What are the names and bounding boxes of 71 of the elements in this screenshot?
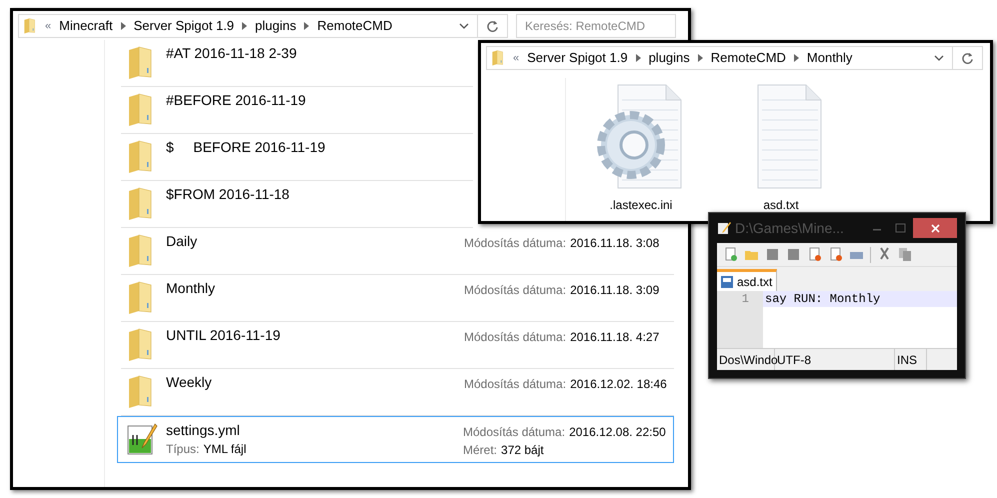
file-name: Daily bbox=[166, 232, 198, 250]
chevron-right-icon bbox=[636, 54, 641, 62]
breadcrumb-item[interactable]: Server Spigot 1.9 bbox=[134, 16, 234, 36]
type-label: Típus: bbox=[166, 441, 200, 458]
address-bar[interactable]: « Server Spigot 1.9 plugins RemoteCMD Monthly bbox=[486, 46, 983, 70]
overflow-chevron-icon[interactable]: « bbox=[45, 18, 52, 34]
folder-row[interactable]: #AT 2016-11-18 2-39 bbox=[121, 40, 473, 87]
breadcrumb-item[interactable]: plugins bbox=[648, 48, 690, 68]
file-name: UNTIL 2016-11-19 bbox=[166, 326, 282, 344]
type-value: YML fájl bbox=[203, 441, 246, 458]
line-number: 1 bbox=[742, 291, 749, 307]
status-field: Dos\Windo bbox=[717, 349, 775, 370]
folder-row[interactable]: Daily Módosítás dátuma: 2016.11.18. 3:08 bbox=[121, 228, 674, 275]
date-label: Módosítás dátuma: bbox=[464, 376, 566, 393]
close-button[interactable] bbox=[913, 218, 957, 238]
size-label: Méret: bbox=[463, 442, 498, 459]
size-value: 372 bájt bbox=[501, 442, 544, 459]
breadcrumb-item[interactable]: Monthly bbox=[806, 48, 852, 68]
refresh-icon[interactable] bbox=[486, 20, 499, 32]
editor-tab[interactable]: asd.txt bbox=[717, 269, 778, 291]
notepad-icon bbox=[717, 221, 731, 235]
file-name: .lastexec.ini bbox=[610, 197, 672, 214]
date-value: 2016.11.18. 3:08 bbox=[570, 235, 660, 252]
file-name: Weekly bbox=[166, 373, 213, 391]
date-value: 2016.12.02. 18:46 bbox=[570, 376, 667, 393]
date-label: Módosítás dátuma: bbox=[464, 282, 566, 299]
dropdown-icon[interactable] bbox=[934, 55, 944, 61]
folder-icon bbox=[23, 18, 37, 34]
chevron-right-icon bbox=[794, 54, 799, 62]
folder-row[interactable]: $FROM 2016-11-18 bbox=[121, 181, 473, 228]
copy-icon[interactable] bbox=[898, 247, 913, 262]
search-field[interactable]: Keresés: RemoteCMD bbox=[516, 14, 676, 38]
date-label: Módosítás dátuma: bbox=[464, 235, 566, 252]
breadcrumb-item[interactable]: Server Spigot 1.9 bbox=[527, 48, 628, 68]
date-label: Módosítás dátuma: bbox=[464, 329, 566, 346]
new-file-icon[interactable] bbox=[723, 247, 738, 262]
chevron-right-icon bbox=[242, 22, 248, 30]
breadcrumb-item[interactable]: plugins bbox=[255, 16, 296, 36]
file-name: $FROM 2016-11-18 bbox=[166, 185, 290, 203]
close-file-icon[interactable] bbox=[807, 247, 822, 262]
chevron-right-icon bbox=[304, 22, 310, 30]
breadcrumb-item[interactable]: RemoteCMD bbox=[317, 16, 392, 36]
breadcrumb-item[interactable]: Minecraft bbox=[59, 16, 113, 36]
file-name: $ BEFORE 2016-11-19 bbox=[166, 138, 326, 156]
folder-row[interactable]: Monthly Módosítás dátuma: 2016.11.18. 3:09 bbox=[121, 275, 674, 322]
folder-row[interactable]: $ BEFORE 2016-11-19 bbox=[121, 134, 473, 181]
file-name: asd.txt bbox=[763, 197, 799, 214]
date-label: Módosítás dátuma: bbox=[463, 424, 566, 441]
file-name: Monthly bbox=[166, 279, 216, 297]
notepad-file-icon bbox=[127, 423, 159, 457]
file-name: #AT 2016-11-18 2-39 bbox=[166, 44, 298, 62]
breadcrumb-item[interactable]: RemoteCMD bbox=[710, 48, 786, 68]
close-all-icon[interactable] bbox=[828, 247, 843, 262]
chevron-right-icon bbox=[120, 22, 126, 30]
window-title: D:\Games\Mine... bbox=[735, 218, 844, 238]
chevron-right-icon bbox=[698, 54, 703, 62]
close-icon bbox=[930, 224, 940, 232]
refresh-icon[interactable] bbox=[961, 52, 974, 64]
folder-row[interactable]: UNTIL 2016-11-19 Módosítás dátuma: 2016.11.18. 4:27 bbox=[121, 322, 674, 369]
date-value: 2016.11.18. 3:09 bbox=[570, 282, 660, 299]
dropdown-icon[interactable] bbox=[459, 23, 469, 29]
date-value: 2016.12.08. 22:50 bbox=[569, 424, 666, 441]
file-name: #BEFORE 2016-11-19 bbox=[166, 91, 307, 109]
status-field: INS bbox=[895, 349, 927, 370]
date-value: 2016.11.18. 4:27 bbox=[570, 329, 660, 346]
file-row[interactable]: settings.yml Típus: YML fájl Módosítás dátuma: 2016.12.08. 22:50 Méret: 372 bájt bbox=[117, 416, 674, 463]
folder-icon bbox=[491, 50, 505, 66]
folder-row[interactable]: #BEFORE 2016-11-19 bbox=[121, 87, 473, 134]
overflow-chevron-icon[interactable]: « bbox=[513, 50, 520, 66]
address-bar[interactable]: « Minecraft Server Spigot 1.9 plugins RemoteCMD bbox=[18, 14, 508, 38]
file-name: settings.yml bbox=[166, 421, 241, 439]
